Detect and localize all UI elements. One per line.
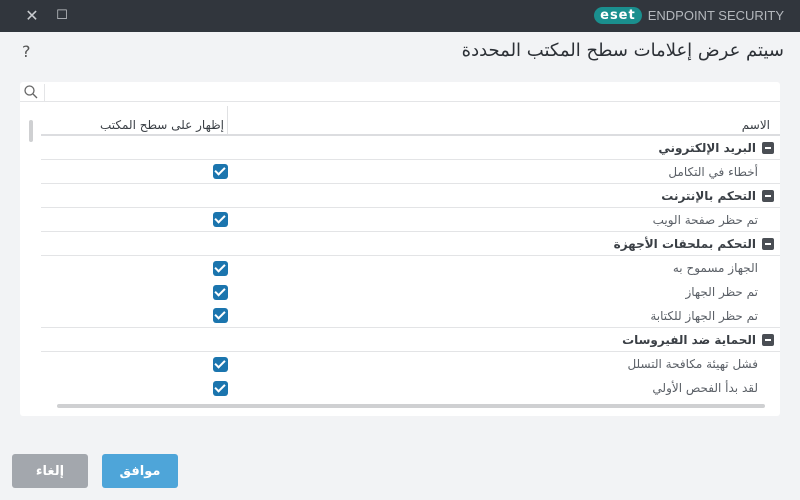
- search-input[interactable]: [46, 82, 780, 102]
- column-header-show[interactable]: إظهار على سطح المكتب: [41, 106, 227, 134]
- notification-label: الجهاز مسموح به: [672, 261, 758, 275]
- group-row: البريد الإلكتروني: [41, 136, 780, 160]
- group-row: التحكم بملحقات الأجهزة: [41, 232, 780, 256]
- collapse-icon[interactable]: [762, 141, 774, 154]
- title-bar: ✕ ☐ eset ENDPOINT SECURITY: [0, 0, 800, 32]
- group-row: التحكم بالإنترنت: [41, 184, 780, 208]
- checkbox-cell: [41, 212, 228, 227]
- notification-label: تم حظر الجهاز للكتابة: [650, 308, 758, 323]
- show-on-desktop-checkbox[interactable]: [213, 356, 228, 372]
- table-row: تم حظر الجهاز: [41, 280, 780, 304]
- cancel-button[interactable]: إلغاء: [12, 454, 88, 488]
- notifications-table: الاسم إظهار على سطح المكتب البريد الإلكت…: [41, 106, 780, 400]
- search-bar: [20, 82, 780, 102]
- group-row: الحماية ضد الفيروسات: [41, 328, 780, 352]
- notification-label: تم حظر الجهاز: [685, 285, 758, 299]
- table-row: أخطاء في التكامل: [41, 160, 780, 184]
- group-label: التحكم بالإنترنت: [661, 188, 756, 203]
- show-on-desktop-checkbox[interactable]: [213, 260, 228, 276]
- table-row: تم حظر صفحة الويب: [41, 208, 780, 232]
- show-on-desktop-checkbox[interactable]: [213, 380, 228, 396]
- collapse-icon[interactable]: [762, 237, 774, 250]
- notification-label: فشل تهيئة مكافحة التسلل: [627, 357, 758, 371]
- table-row: تم حظر الجهاز للكتابة: [41, 304, 780, 328]
- table-row: لقد بدأ الفحص الأولي: [41, 376, 780, 400]
- checkbox-cell: [41, 164, 228, 179]
- maximize-icon[interactable]: ☐: [52, 6, 72, 26]
- group-name-cell: التحكم بالإنترنت: [227, 189, 780, 203]
- checkbox-cell: [41, 356, 228, 372]
- group-name-cell: البريد الإلكتروني: [227, 141, 780, 155]
- vertical-scrollbar[interactable]: [29, 120, 33, 142]
- show-on-desktop-checkbox[interactable]: [213, 308, 228, 323]
- table-row: فشل تهيئة مكافحة التسلل: [41, 352, 780, 376]
- collapse-icon[interactable]: [762, 333, 774, 346]
- checkbox-cell: [41, 380, 228, 396]
- show-on-desktop-checkbox[interactable]: [213, 284, 228, 300]
- page-title: سيتم عرض إعلامات سطح المكتب المحددة: [461, 40, 784, 61]
- show-on-desktop-checkbox[interactable]: [213, 164, 228, 179]
- horizontal-scrollbar[interactable]: [57, 404, 765, 408]
- notification-label: تم حظر صفحة الويب: [652, 212, 758, 227]
- notification-label: لقد بدأ الفحص الأولي: [652, 381, 758, 395]
- table-header: الاسم إظهار على سطح المكتب: [41, 106, 780, 136]
- group-name-cell: الحماية ضد الفيروسات: [227, 333, 780, 347]
- close-icon[interactable]: ✕: [22, 6, 42, 26]
- help-icon[interactable]: ?: [22, 42, 31, 61]
- group-label: البريد الإلكتروني: [658, 140, 756, 155]
- checkbox-cell: [41, 308, 228, 323]
- brand-text: ENDPOINT SECURITY: [647, 8, 784, 23]
- checkbox-cell: [41, 260, 228, 276]
- group-name-cell: التحكم بملحقات الأجهزة: [227, 237, 780, 251]
- group-label: التحكم بملحقات الأجهزة: [613, 236, 756, 251]
- table-row: الجهاز مسموح به: [41, 256, 780, 280]
- eset-logo: eset: [594, 7, 642, 24]
- notifications-panel: الاسم إظهار على سطح المكتب البريد الإلكت…: [20, 82, 780, 416]
- notification-label: أخطاء في التكامل: [668, 164, 758, 179]
- collapse-icon[interactable]: [762, 189, 774, 202]
- brand: eset ENDPOINT SECURITY: [594, 7, 784, 24]
- ok-button[interactable]: موافق: [102, 454, 178, 488]
- search-icon[interactable]: [23, 84, 45, 101]
- checkbox-cell: [41, 284, 228, 300]
- group-label: الحماية ضد الفيروسات: [622, 332, 756, 347]
- column-header-name[interactable]: الاسم: [227, 106, 780, 134]
- show-on-desktop-checkbox[interactable]: [213, 212, 228, 227]
